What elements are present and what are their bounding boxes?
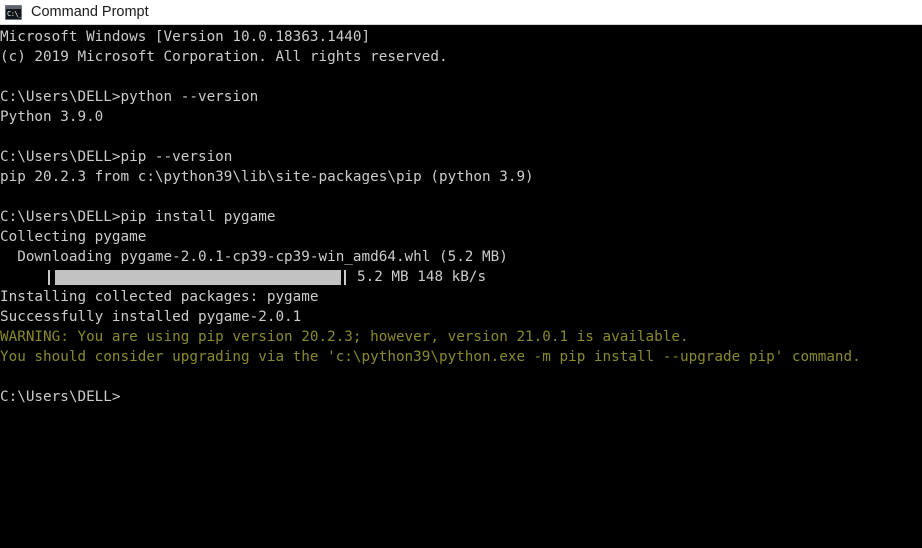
console-line: Installing collected packages: pygame	[0, 289, 319, 305]
console-line: Collecting pygame	[0, 229, 147, 245]
download-progress-bar: 5.2 MB 148 kB/s	[0, 267, 922, 287]
console-line: C:\Users\DELL>pip install pygame	[0, 209, 276, 225]
window-title: Command Prompt	[31, 3, 149, 20]
progress-bar-fill	[55, 270, 341, 285]
console-line: Successfully installed pygame-2.0.1	[0, 309, 302, 325]
console-line: Downloading pygame-2.0.1-cp39-cp39-win_a…	[0, 249, 508, 265]
console-warning-line: WARNING: You are using pip version 20.2.…	[0, 329, 689, 345]
console-line: pip 20.2.3 from c:\python39\lib\site-pac…	[0, 169, 534, 185]
command-prompt-icon: C:\_	[5, 4, 22, 20]
console-line: Microsoft Windows [Version 10.0.18363.14…	[0, 29, 371, 45]
console-line: C:\Users\DELL>python --version	[0, 89, 259, 105]
console-output-area[interactable]: Microsoft Windows [Version 10.0.18363.14…	[0, 25, 922, 547]
console-line: Python 3.9.0	[0, 109, 104, 125]
console-line: C:\Users\DELL>	[0, 389, 121, 405]
progress-bar-stats: 5.2 MB 148 kB/s	[357, 269, 487, 285]
window-titlebar[interactable]: C:\_ Command Prompt	[0, 0, 922, 25]
console-line: (c) 2019 Microsoft Corporation. All righ…	[0, 49, 448, 65]
console-line: C:\Users\DELL>pip --version	[0, 149, 233, 165]
progress-bar-left-delimiter	[48, 270, 50, 285]
icon-prompt-glyph: C:\_	[7, 9, 22, 18]
progress-bar-right-delimiter	[344, 270, 346, 285]
console-warning-line: You should consider upgrading via the 'c…	[0, 349, 861, 365]
